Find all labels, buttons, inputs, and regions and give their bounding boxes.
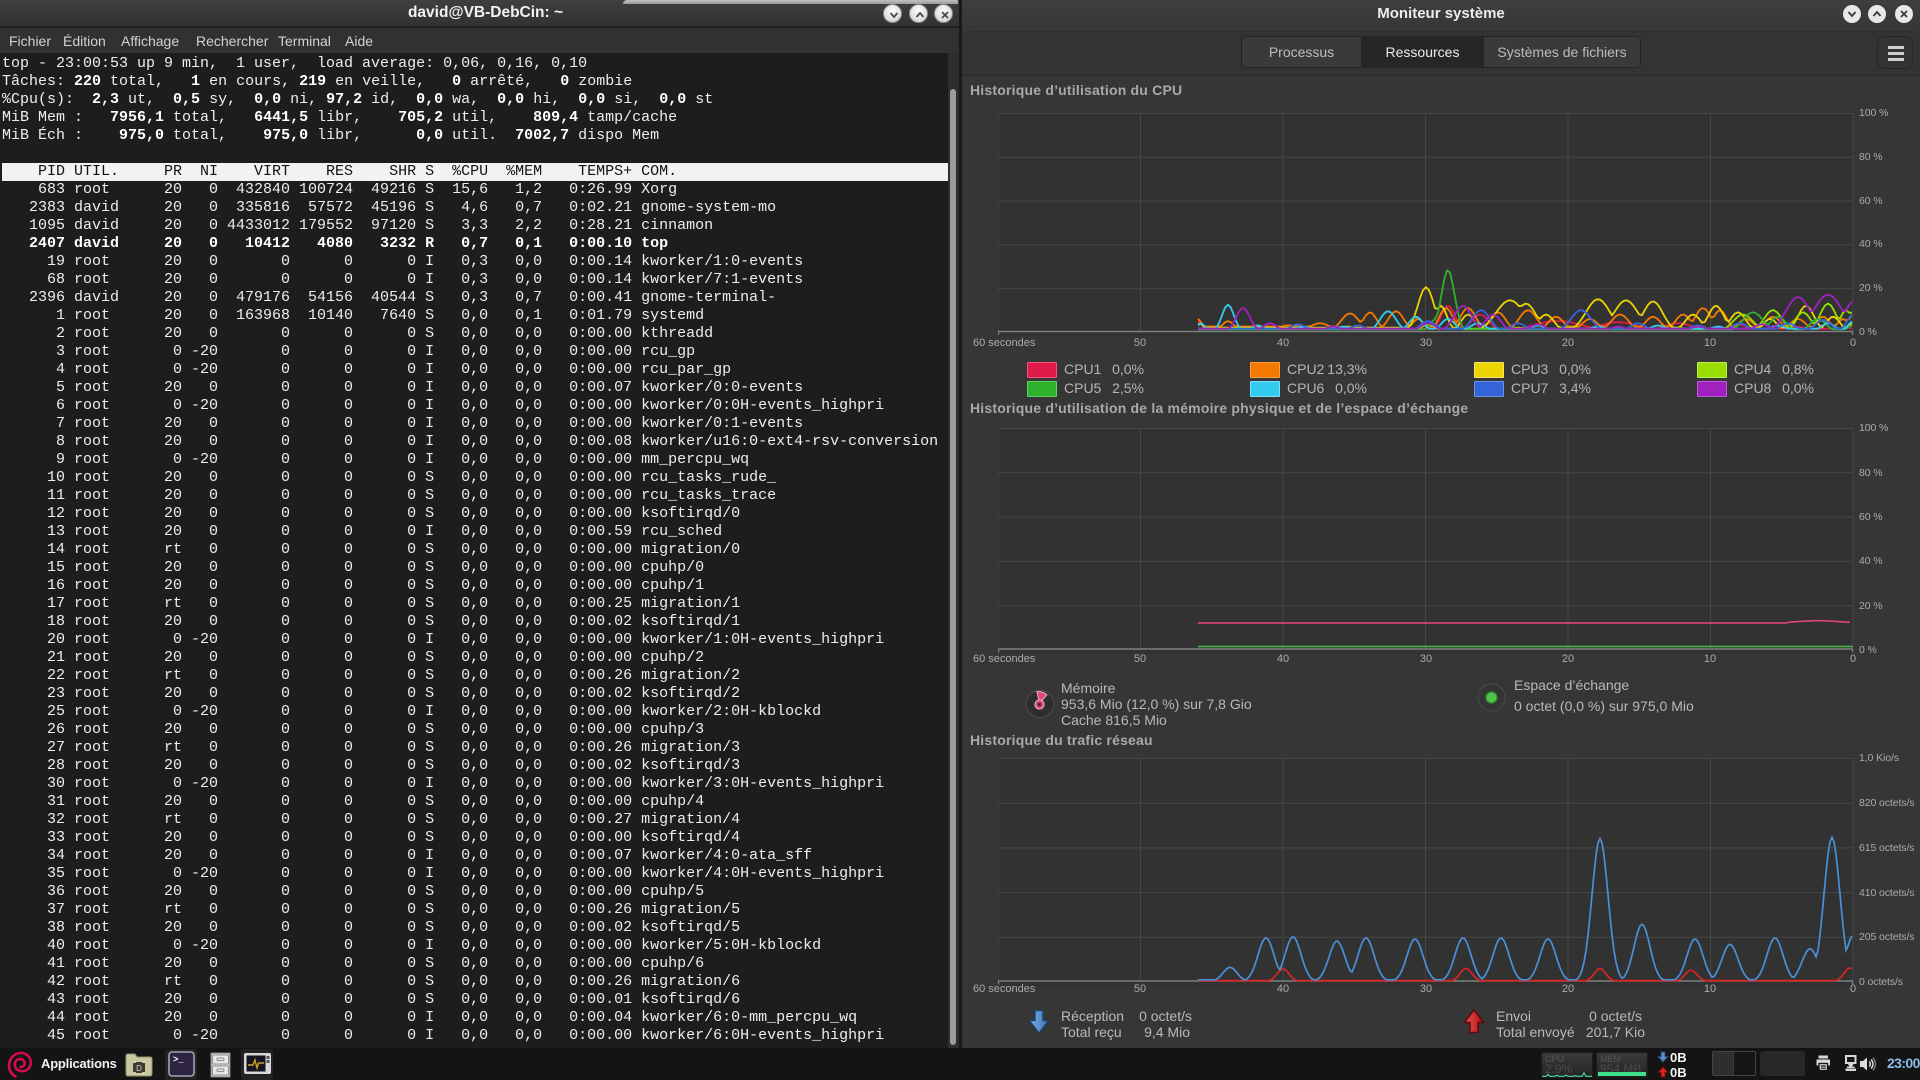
svg-text:>_: >_: [173, 1055, 184, 1065]
svg-text:D: D: [136, 1064, 142, 1073]
